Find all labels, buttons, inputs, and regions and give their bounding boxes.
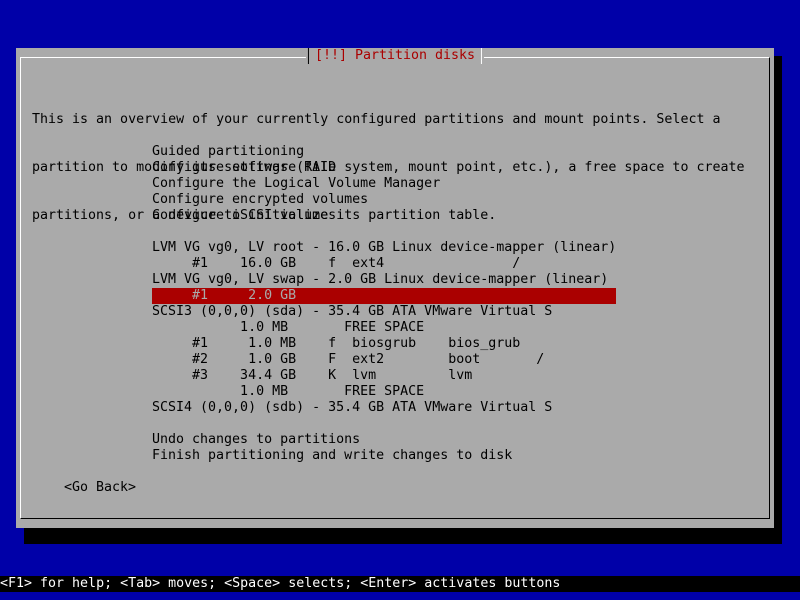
menu-item-lvm-swap-device[interactable]: LVM VG vg0, LV swap - 2.0 GB Linux devic… (152, 272, 616, 288)
menu-spacer (152, 416, 616, 432)
menu-item-disk-sda[interactable]: SCSI3 (0,0,0) (sda) - 35.4 GB ATA VMware… (152, 304, 616, 320)
menu-spacer (152, 224, 616, 240)
menu-item-guided-partitioning[interactable]: Guided partitioning (152, 144, 616, 160)
menu-item-configure-iscsi[interactable]: Configure iSCSI volumes (152, 208, 616, 224)
menu-item-lvm-root-device[interactable]: LVM VG vg0, LV root - 16.0 GB Linux devi… (152, 240, 616, 256)
partition-menu: Guided partitioning Configure software R… (152, 144, 616, 464)
menu-item-lvm-swap-partition[interactable]: #1 2.0 GB (152, 288, 616, 304)
menu-item-configure-encrypted[interactable]: Configure encrypted volumes (152, 192, 616, 208)
screen-bottom-strip (0, 592, 800, 600)
help-status-bar: <F1> for help; <Tab> moves; <Space> sele… (0, 576, 800, 592)
dialog-title-text: [!!] Partition disks (314, 48, 476, 63)
installer-screen: [!!] Partition disks This is an overview… (0, 0, 800, 600)
description-line: This is an overview of your currently co… (32, 112, 721, 127)
menu-item-finish-partitioning[interactable]: Finish partitioning and write changes to… (152, 448, 616, 464)
partition-disks-dialog: [!!] Partition disks This is an overview… (16, 48, 774, 528)
menu-item-lvm-root-partition[interactable]: #1 16.0 GB f ext4 / (152, 256, 616, 272)
menu-item-configure-raid[interactable]: Configure software RAID (152, 160, 616, 176)
menu-item-sda-free-space-2[interactable]: 1.0 MB FREE SPACE (152, 384, 616, 400)
dialog-title: [!!] Partition disks (305, 48, 485, 64)
menu-item-undo-changes[interactable]: Undo changes to partitions (152, 432, 616, 448)
menu-item-sda-partition-2[interactable]: #2 1.0 GB F ext2 boot / (152, 352, 616, 368)
menu-item-configure-lvm[interactable]: Configure the Logical Volume Manager (152, 176, 616, 192)
menu-item-sda-partition-1[interactable]: #1 1.0 MB f biosgrub bios_grub (152, 336, 616, 352)
description-text: This is an overview of your currently co… (32, 80, 744, 223)
menu-item-disk-sdb[interactable]: SCSI4 (0,0,0) (sdb) - 35.4 GB ATA VMware… (152, 400, 616, 416)
go-back-button[interactable]: <Go Back> (64, 480, 136, 496)
menu-item-sda-partition-3[interactable]: #3 34.4 GB K lvm lvm (152, 368, 616, 384)
menu-item-sda-free-space-1[interactable]: 1.0 MB FREE SPACE (152, 320, 616, 336)
